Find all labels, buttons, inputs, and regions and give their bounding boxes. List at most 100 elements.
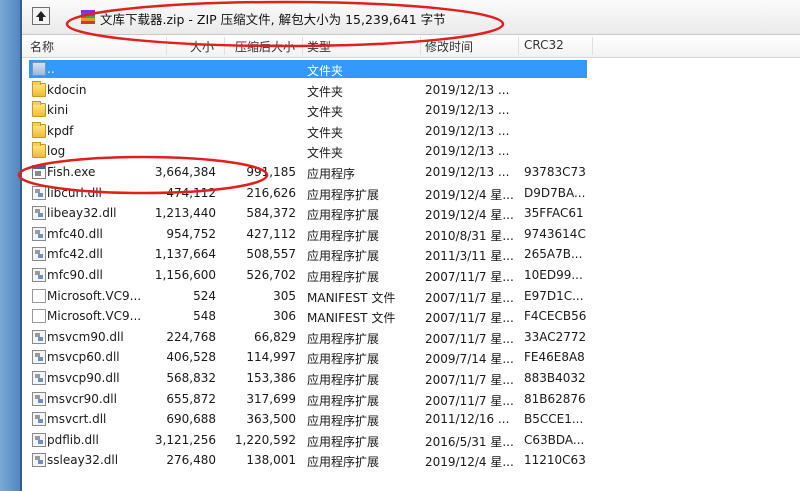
list-item[interactable]: libcurl.dll 474,112 216,626 应用程序扩展 2019/12/4…	[22, 183, 800, 204]
col-header-type[interactable]: 类型	[307, 38, 331, 55]
list-item[interactable]: Fish.exe 3,664,384 991,185 应用程序 2019/12/13 .…	[22, 162, 800, 183]
column-divider[interactable]	[224, 37, 225, 55]
modified-time: 2011/3/11 星...	[425, 249, 514, 264]
file-type: 文件夹	[307, 105, 344, 120]
list-item[interactable]: msvcp60.dll 406,528 114,997 应用程序扩展 2009/7/14…	[22, 347, 800, 368]
file-type: MANIFEST 文件	[307, 290, 396, 305]
list-item[interactable]: msvcr90.dll 655,872 317,699 应用程序扩展 2007/11/7…	[22, 389, 800, 410]
crc32-value: 93783C73	[524, 164, 586, 179]
list-item[interactable]: Microsoft.VC9... 524 305 MANIFEST 文件 2007/11…	[22, 286, 800, 307]
file-size: 224,768	[166, 329, 216, 344]
list-item[interactable]: log 文件夹 2019/12/13 ...	[22, 141, 800, 162]
col-header-modified[interactable]: 修改时间	[425, 38, 473, 55]
packed-size: 1,220,592	[234, 432, 296, 447]
packed-size: 427,112	[246, 226, 296, 241]
file-size: 1,137,664	[154, 247, 216, 262]
exe-icon	[32, 164, 46, 179]
archive-path-text: 文库下载器.zip - ZIP 压缩文件, 解包大小为 15,239,641 字…	[100, 12, 446, 27]
list-item[interactable]: msvcp90.dll 568,832 153,386 应用程序扩展 2007/11/7…	[22, 368, 800, 389]
file-name: msvcp90.dll	[47, 370, 120, 385]
column-divider[interactable]	[420, 37, 421, 55]
file-icon	[32, 288, 46, 303]
list-item[interactable]: pdflib.dll 3,121,256 1,220,592 应用程序扩展 2016/5…	[22, 430, 800, 451]
file-type: MANIFEST 文件	[307, 311, 396, 326]
file-name: Microsoft.VC9...	[47, 309, 142, 324]
file-name: kdocin	[47, 82, 87, 97]
list-item[interactable]: libeay32.dll 1,213,440 584,372 应用程序扩展 2019/1…	[22, 203, 800, 224]
file-name: ssleay32.dll	[47, 453, 119, 468]
col-header-size[interactable]: 大小	[190, 38, 214, 55]
modified-time: 2019/12/13 ...	[425, 82, 510, 97]
dll-icon	[32, 453, 46, 468]
column-header: 名称 大小 压缩后大小 类型 修改时间 CRC32	[22, 35, 800, 58]
file-name: msvcr90.dll	[47, 391, 117, 406]
file-name: mfc42.dll	[47, 247, 103, 262]
up-folder-button[interactable]	[32, 7, 50, 25]
list-item[interactable]: mfc90.dll 1,156,600 526,702 应用程序扩展 2007/11/7…	[22, 265, 800, 286]
modified-time: 2007/11/7 星...	[425, 290, 514, 305]
file-size: 524	[193, 288, 216, 303]
file-type: 应用程序扩展	[307, 331, 380, 346]
col-header-crc[interactable]: CRC32	[524, 38, 564, 52]
crc32-value: 33AC2772	[524, 329, 587, 344]
packed-size: 66,829	[254, 329, 296, 344]
folder-icon	[32, 121, 46, 138]
modified-time: 2019/12/4 星...	[425, 455, 514, 470]
file-type: 应用程序扩展	[307, 352, 380, 367]
file-type: 文件夹	[307, 125, 344, 140]
dll-icon	[32, 391, 46, 406]
dll-icon	[32, 329, 46, 344]
file-size: 1,156,600	[154, 267, 216, 282]
list-item[interactable]: kini 文件夹 2019/12/13 ...	[22, 100, 800, 121]
packed-size: 363,500	[246, 412, 296, 427]
file-size: 406,528	[166, 350, 216, 365]
file-type: 应用程序扩展	[307, 455, 380, 470]
list-item[interactable]: mfc42.dll 1,137,664 508,557 应用程序扩展 2011/3/11…	[22, 244, 800, 265]
packed-size: 153,386	[246, 370, 296, 385]
list-item-selected[interactable]: .. 文件夹	[22, 59, 800, 80]
file-name: mfc40.dll	[47, 226, 103, 241]
column-divider[interactable]	[518, 37, 519, 55]
modified-time: 2019/12/13 ...	[425, 164, 510, 179]
list-item[interactable]: ssleay32.dll 276,480 138,001 应用程序扩展 2019/12/…	[22, 450, 800, 471]
list-item[interactable]: Microsoft.VC9... 548 306 MANIFEST 文件 2007/11…	[22, 306, 800, 327]
file-size: 954,752	[166, 226, 216, 241]
crc32-value: D9D7BA...	[524, 185, 586, 200]
file-name: log	[47, 144, 66, 159]
packed-size: 305	[273, 288, 296, 303]
list-item[interactable]: msvcrt.dll 690,688 363,500 应用程序扩展 2011/12/16…	[22, 409, 800, 430]
file-icon	[32, 309, 46, 324]
packed-size: 526,702	[246, 267, 296, 282]
dll-icon	[32, 432, 46, 447]
column-divider[interactable]	[166, 37, 167, 55]
list-item[interactable]: mfc40.dll 954,752 427,112 应用程序扩展 2010/8/31 星…	[22, 224, 800, 245]
crc32-value: C63BDA...	[524, 432, 585, 447]
dll-icon	[32, 412, 46, 427]
file-type: 应用程序扩展	[307, 228, 380, 243]
list-item[interactable]: kpdf 文件夹 2019/12/13 ...	[22, 121, 800, 142]
column-divider[interactable]	[302, 37, 303, 55]
dll-icon	[32, 247, 46, 262]
modified-time: 2019/12/13 ...	[425, 103, 510, 118]
modified-time: 2019/12/13 ...	[425, 123, 510, 138]
list-item[interactable]: msvcm90.dll 224,768 66,829 应用程序扩展 2007/11/7 …	[22, 327, 800, 348]
file-name: Microsoft.VC9...	[47, 288, 142, 303]
file-type: 应用程序扩展	[307, 269, 380, 284]
modified-time: 2009/7/14 星...	[425, 352, 514, 367]
col-header-name[interactable]: 名称	[30, 38, 54, 55]
crc32-value: 35FFAC61	[524, 206, 584, 221]
col-header-packed[interactable]: 压缩后大小	[235, 38, 295, 55]
modified-time: 2007/11/7 星...	[425, 331, 514, 346]
packed-size: 138,001	[246, 453, 296, 468]
dll-icon	[32, 226, 46, 241]
packed-size: 114,997	[246, 350, 296, 365]
file-name: msvcrt.dll	[47, 412, 107, 427]
list-item[interactable]: kdocin 文件夹 2019/12/13 ...	[22, 80, 800, 101]
file-size: 1,213,440	[154, 206, 216, 221]
packed-size: 584,372	[246, 206, 296, 221]
modified-time: 2007/11/7 星...	[425, 269, 514, 284]
crc32-value: F4CECB56	[524, 309, 587, 324]
file-type: 文件夹	[307, 64, 344, 78]
column-divider[interactable]	[592, 37, 593, 55]
file-type: 应用程序扩展	[307, 208, 380, 223]
